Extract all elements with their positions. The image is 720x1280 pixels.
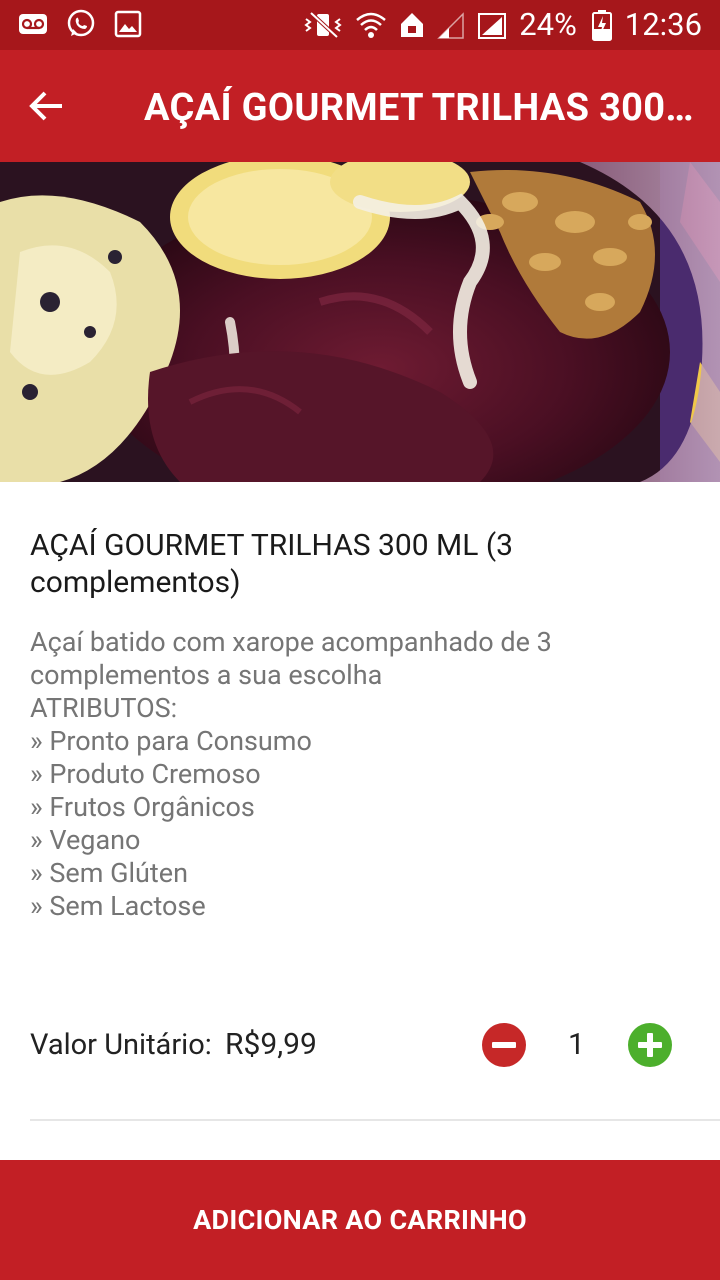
acai-bowl-photo — [0, 162, 720, 482]
description-line: Açaí batido com xarope acompanhado de 3 — [30, 626, 552, 658]
app-bar: AÇAÍ GOURMET TRILHAS 300 ML (3 complemen… — [0, 50, 720, 162]
system-status: 24% 12:36 — [303, 6, 702, 44]
product-name: AÇAÍ GOURMET TRILHAS 300 ML (3 complemen… — [30, 528, 513, 600]
product-image — [0, 162, 720, 482]
page-title: AÇAÍ GOURMET TRILHAS 300 ML (3 complemen… — [144, 86, 696, 130]
description-line: » Frutos Orgânicos — [30, 791, 255, 823]
signal-weak-icon — [437, 12, 464, 39]
price-row: Valor Unitário: R$9,99 1 — [30, 1022, 690, 1072]
status-bar: 24% 12:36 — [0, 0, 720, 50]
wifi-icon — [356, 12, 387, 38]
battery-percentage: 24% — [519, 6, 577, 43]
description-line: » Produto Cremoso — [30, 758, 261, 790]
unit-price-label: Valor Unitário: — [30, 1028, 212, 1062]
back-button[interactable] — [16, 76, 76, 136]
increase-quantity-button[interactable] — [627, 1022, 673, 1068]
divider — [30, 1119, 720, 1121]
description-line: ATRIBUTOS: — [30, 692, 178, 724]
add-to-cart-button[interactable]: ADICIONAR AO CARRINHO — [0, 1160, 720, 1280]
whatsapp-icon — [67, 9, 95, 37]
minus-circle-icon — [482, 1023, 526, 1067]
vibrate-icon — [304, 11, 342, 39]
description-line: » Sem Glúten — [30, 857, 188, 889]
description-line: » Sem Lactose — [30, 890, 206, 922]
decrease-quantity-button[interactable] — [481, 1022, 527, 1068]
home-network-icon — [401, 13, 424, 37]
clock: 12:36 — [624, 6, 702, 43]
arrow-back-icon — [29, 91, 62, 121]
battery-charging-icon — [591, 10, 612, 41]
plus-circle-icon — [628, 1023, 672, 1067]
voicemail-icon — [19, 14, 47, 34]
description-line: » Vegano — [30, 824, 141, 856]
product-description: Açaí batido com xarope acompanhado de 3 … — [30, 626, 690, 923]
signal-icon — [478, 13, 507, 39]
description-line: complementos a sua escolha — [30, 659, 383, 691]
unit-price-value: R$9,99 — [225, 1027, 317, 1062]
notification-icons — [18, 9, 142, 39]
quantity-value: 1 — [568, 1027, 585, 1062]
description-line: » Pronto para Consumo — [30, 725, 312, 757]
image-icon — [114, 10, 142, 38]
